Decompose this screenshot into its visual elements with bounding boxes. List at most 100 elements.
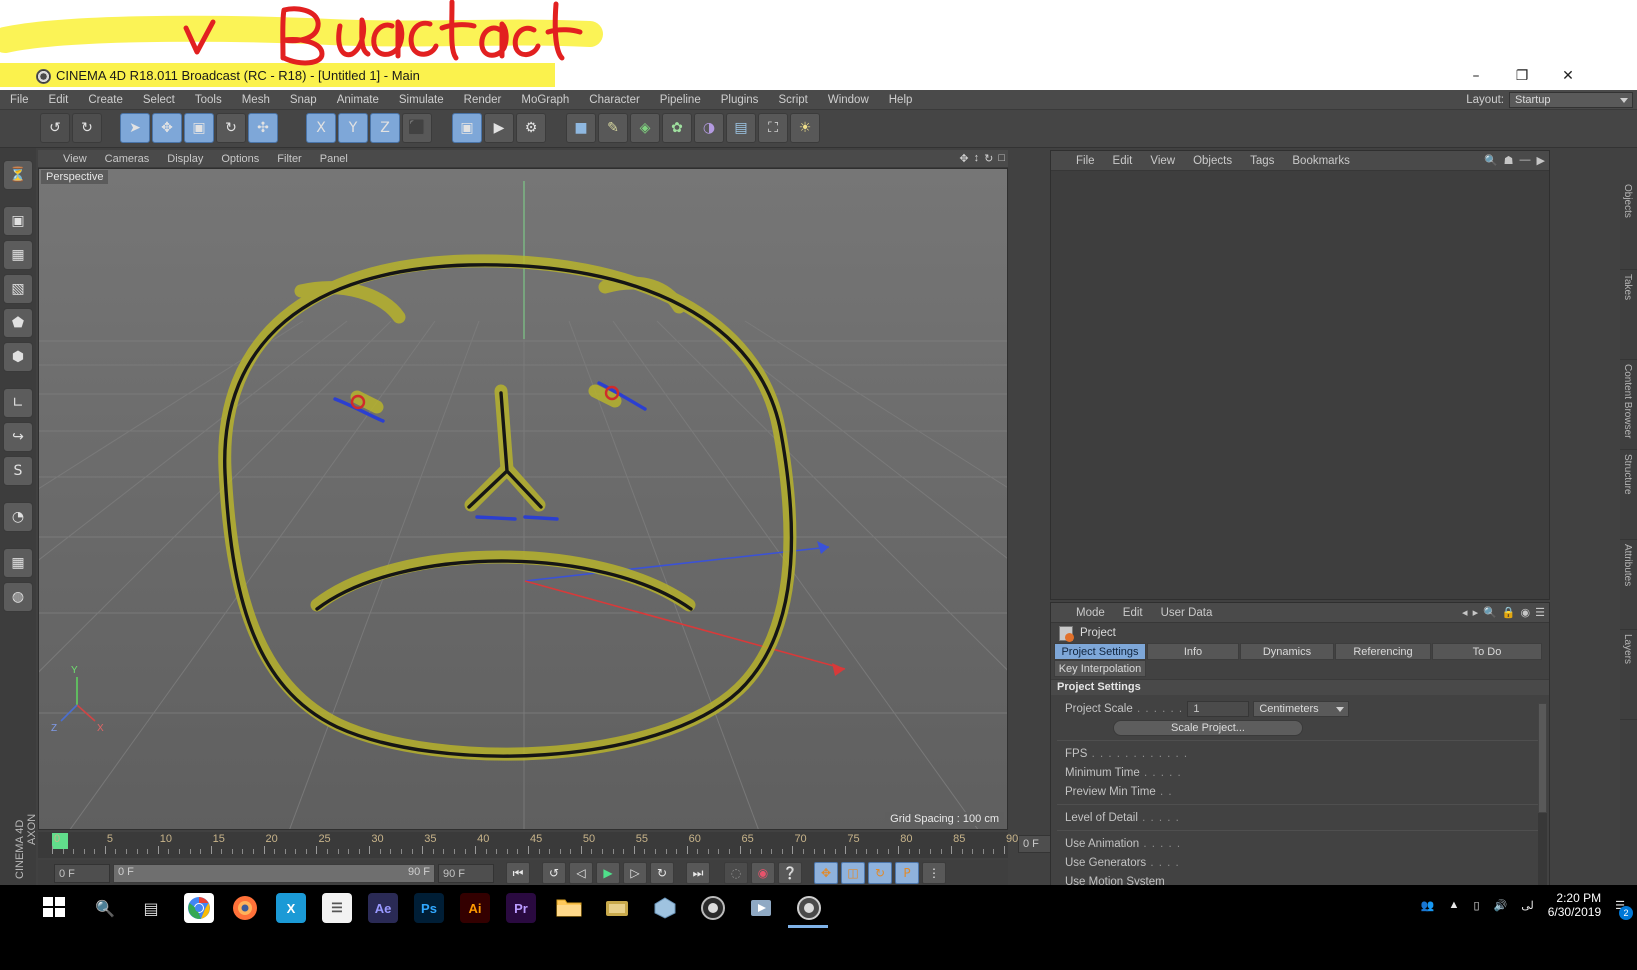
tab-to-do[interactable]: To Do [1432,643,1542,660]
lock-icon[interactable]: 🔒 [1502,606,1516,619]
vtab-takes[interactable]: Takes [1620,270,1637,360]
tab-key-interpolation[interactable]: Key Interpolation [1054,660,1146,677]
forward-icon[interactable]: ▸ [1473,606,1479,619]
deformer-button[interactable]: ◑ [694,113,724,143]
enable-axis-modification-button[interactable]: S [3,456,33,486]
viewport-3d-canvas[interactable]: Perspective Grid Spacing : 100 cm Y X Z [38,168,1008,830]
undo-button[interactable]: ↺ [40,113,70,143]
object-menu-edit[interactable]: Edit [1104,155,1142,167]
vtab-objects[interactable]: Objects [1620,180,1637,270]
go-to-start-button[interactable]: ⏮ [506,862,530,884]
transform-tool[interactable]: ✣ [248,113,278,143]
language-indicator[interactable]: لی [1521,899,1534,912]
after-effects-icon[interactable]: Ae [368,893,398,923]
point-mode-button[interactable]: ▦ [3,240,33,270]
render-region-button[interactable]: ▶ [484,113,514,143]
move-view-icon[interactable]: ✥ [959,152,968,165]
attribute-scrollbar-thumb[interactable] [1538,703,1547,813]
file-explorer-icon[interactable] [554,893,584,923]
tab-dynamics[interactable]: Dynamics [1240,643,1334,660]
attr-menu-mode[interactable]: Mode [1067,607,1114,619]
options-icon[interactable]: ☰ [1535,606,1545,619]
play-button[interactable]: ▶ [596,862,620,884]
tab-project-settings[interactable]: Project Settings [1054,643,1146,660]
autokeying-button[interactable]: ❔ [778,862,802,884]
tab-referencing[interactable]: Referencing [1335,643,1431,660]
step-back-button[interactable]: ◁ [569,862,593,884]
attr-menu-user-data[interactable]: User Data [1152,607,1222,619]
make-editable-button[interactable]: ▣ [3,206,33,236]
camera-button[interactable]: ⛶ [758,113,788,143]
record-parameter-button[interactable]: P [895,862,919,884]
scale-view-icon[interactable]: ↕ [974,152,980,165]
previous-key-button[interactable]: ↺ [542,862,566,884]
object-menu-tags[interactable]: Tags [1241,155,1283,167]
record-scale-button[interactable]: ◫ [841,862,865,884]
search-icon[interactable]: 🔍 [92,895,118,921]
render-view-button[interactable]: ▣ [452,113,482,143]
premiere-icon[interactable]: Pr [506,893,536,923]
next-key-button[interactable]: ↻ [650,862,674,884]
clock[interactable]: 2:20 PM 6/30/2019 [1548,891,1601,919]
record-pla-button[interactable]: ⋮ [922,862,946,884]
firefox-icon[interactable] [230,893,260,923]
enable-snap-button[interactable]: ◔ [3,502,33,532]
vtab-layers[interactable]: Layers [1620,630,1637,720]
collapse-icon[interactable]: — [1520,154,1531,167]
media-icon[interactable] [746,893,776,923]
chrome-icon[interactable] [184,893,214,923]
live-selection-tool[interactable]: ➤ [120,113,150,143]
network-icon[interactable]: ▯ [1473,899,1479,912]
step-forward-button[interactable]: ▷ [623,862,647,884]
maximize-view-icon[interactable]: □ [998,152,1005,165]
illustrator-icon[interactable]: Ai [460,893,490,923]
tab-info[interactable]: Info [1147,643,1239,660]
show-hidden-icons-icon[interactable]: ▲ [1449,899,1460,911]
vtab-structure[interactable]: Structure [1620,450,1637,540]
task-view-icon[interactable]: ▤ [138,895,164,921]
record-position-button[interactable]: ✥ [814,862,838,884]
cinema4d-active-icon[interactable] [794,893,824,923]
viewport-menu-cameras[interactable]: Cameras [96,153,159,165]
move-tool[interactable]: ✥ [152,113,182,143]
object-menu-file[interactable]: File [1067,155,1104,167]
back-icon[interactable]: ◂ [1462,606,1468,619]
pin-icon[interactable]: ◉ [1521,606,1531,619]
object-tree[interactable] [1051,171,1549,599]
rotate-view-icon[interactable]: ↻ [984,152,993,165]
folder-icon[interactable] [602,893,632,923]
project-scale-field[interactable]: 1 [1187,700,1250,717]
lock-workplane-button[interactable]: ▦ [3,548,33,578]
nurbs-button[interactable]: ◈ [630,113,660,143]
timeline-ruler[interactable]: 0 5 10 15 20 25 30 35 40 45 50 55 60 65 70 75 80 85 90 0 F [38,832,1076,858]
add-spline-button[interactable]: ✎ [598,113,628,143]
windows-start-icon[interactable] [40,893,68,921]
array-button[interactable]: ✿ [662,113,692,143]
home-icon[interactable]: ☗ [1504,154,1514,167]
workplane-mode-button[interactable]: ◍ [3,582,33,612]
scale-project-button[interactable]: Scale Project... [1113,719,1303,736]
notepad-icon[interactable]: ☰ [322,893,352,923]
xsplit-icon[interactable]: X [276,893,306,923]
workplane-button[interactable]: ↪ [3,422,33,452]
viewport-menu-options[interactable]: Options [212,153,268,165]
viewport-menu-filter[interactable]: Filter [268,153,310,165]
viewport-menu-display[interactable]: Display [158,153,212,165]
vtab-content-browser[interactable]: Content Browser [1620,360,1637,450]
lock-z-axis-button[interactable]: Z [370,113,400,143]
light-button[interactable]: ☀ [790,113,820,143]
photoshop-icon[interactable]: Ps [414,893,444,923]
object-menu-view[interactable]: View [1141,155,1184,167]
scene-object-button[interactable]: ▤ [726,113,756,143]
object-menu-bookmarks[interactable]: Bookmarks [1283,155,1359,167]
preview-range-slider[interactable]: 0 F 90 F [113,863,435,883]
max-frame-field[interactable]: 90 F [438,863,494,883]
viewport-menu-panel[interactable]: Panel [311,153,357,165]
volume-icon[interactable]: 🔊 [1494,899,1508,912]
obs-icon[interactable] [698,893,728,923]
world-object-coordinate-button[interactable]: ⬛ [402,113,432,143]
texture-axis-button[interactable]: ∟ [3,388,33,418]
current-frame-field[interactable]: 0 F [54,863,110,883]
polygon-mode-button[interactable]: ⬟ [3,308,33,338]
object-menu-objects[interactable]: Objects [1184,155,1241,167]
